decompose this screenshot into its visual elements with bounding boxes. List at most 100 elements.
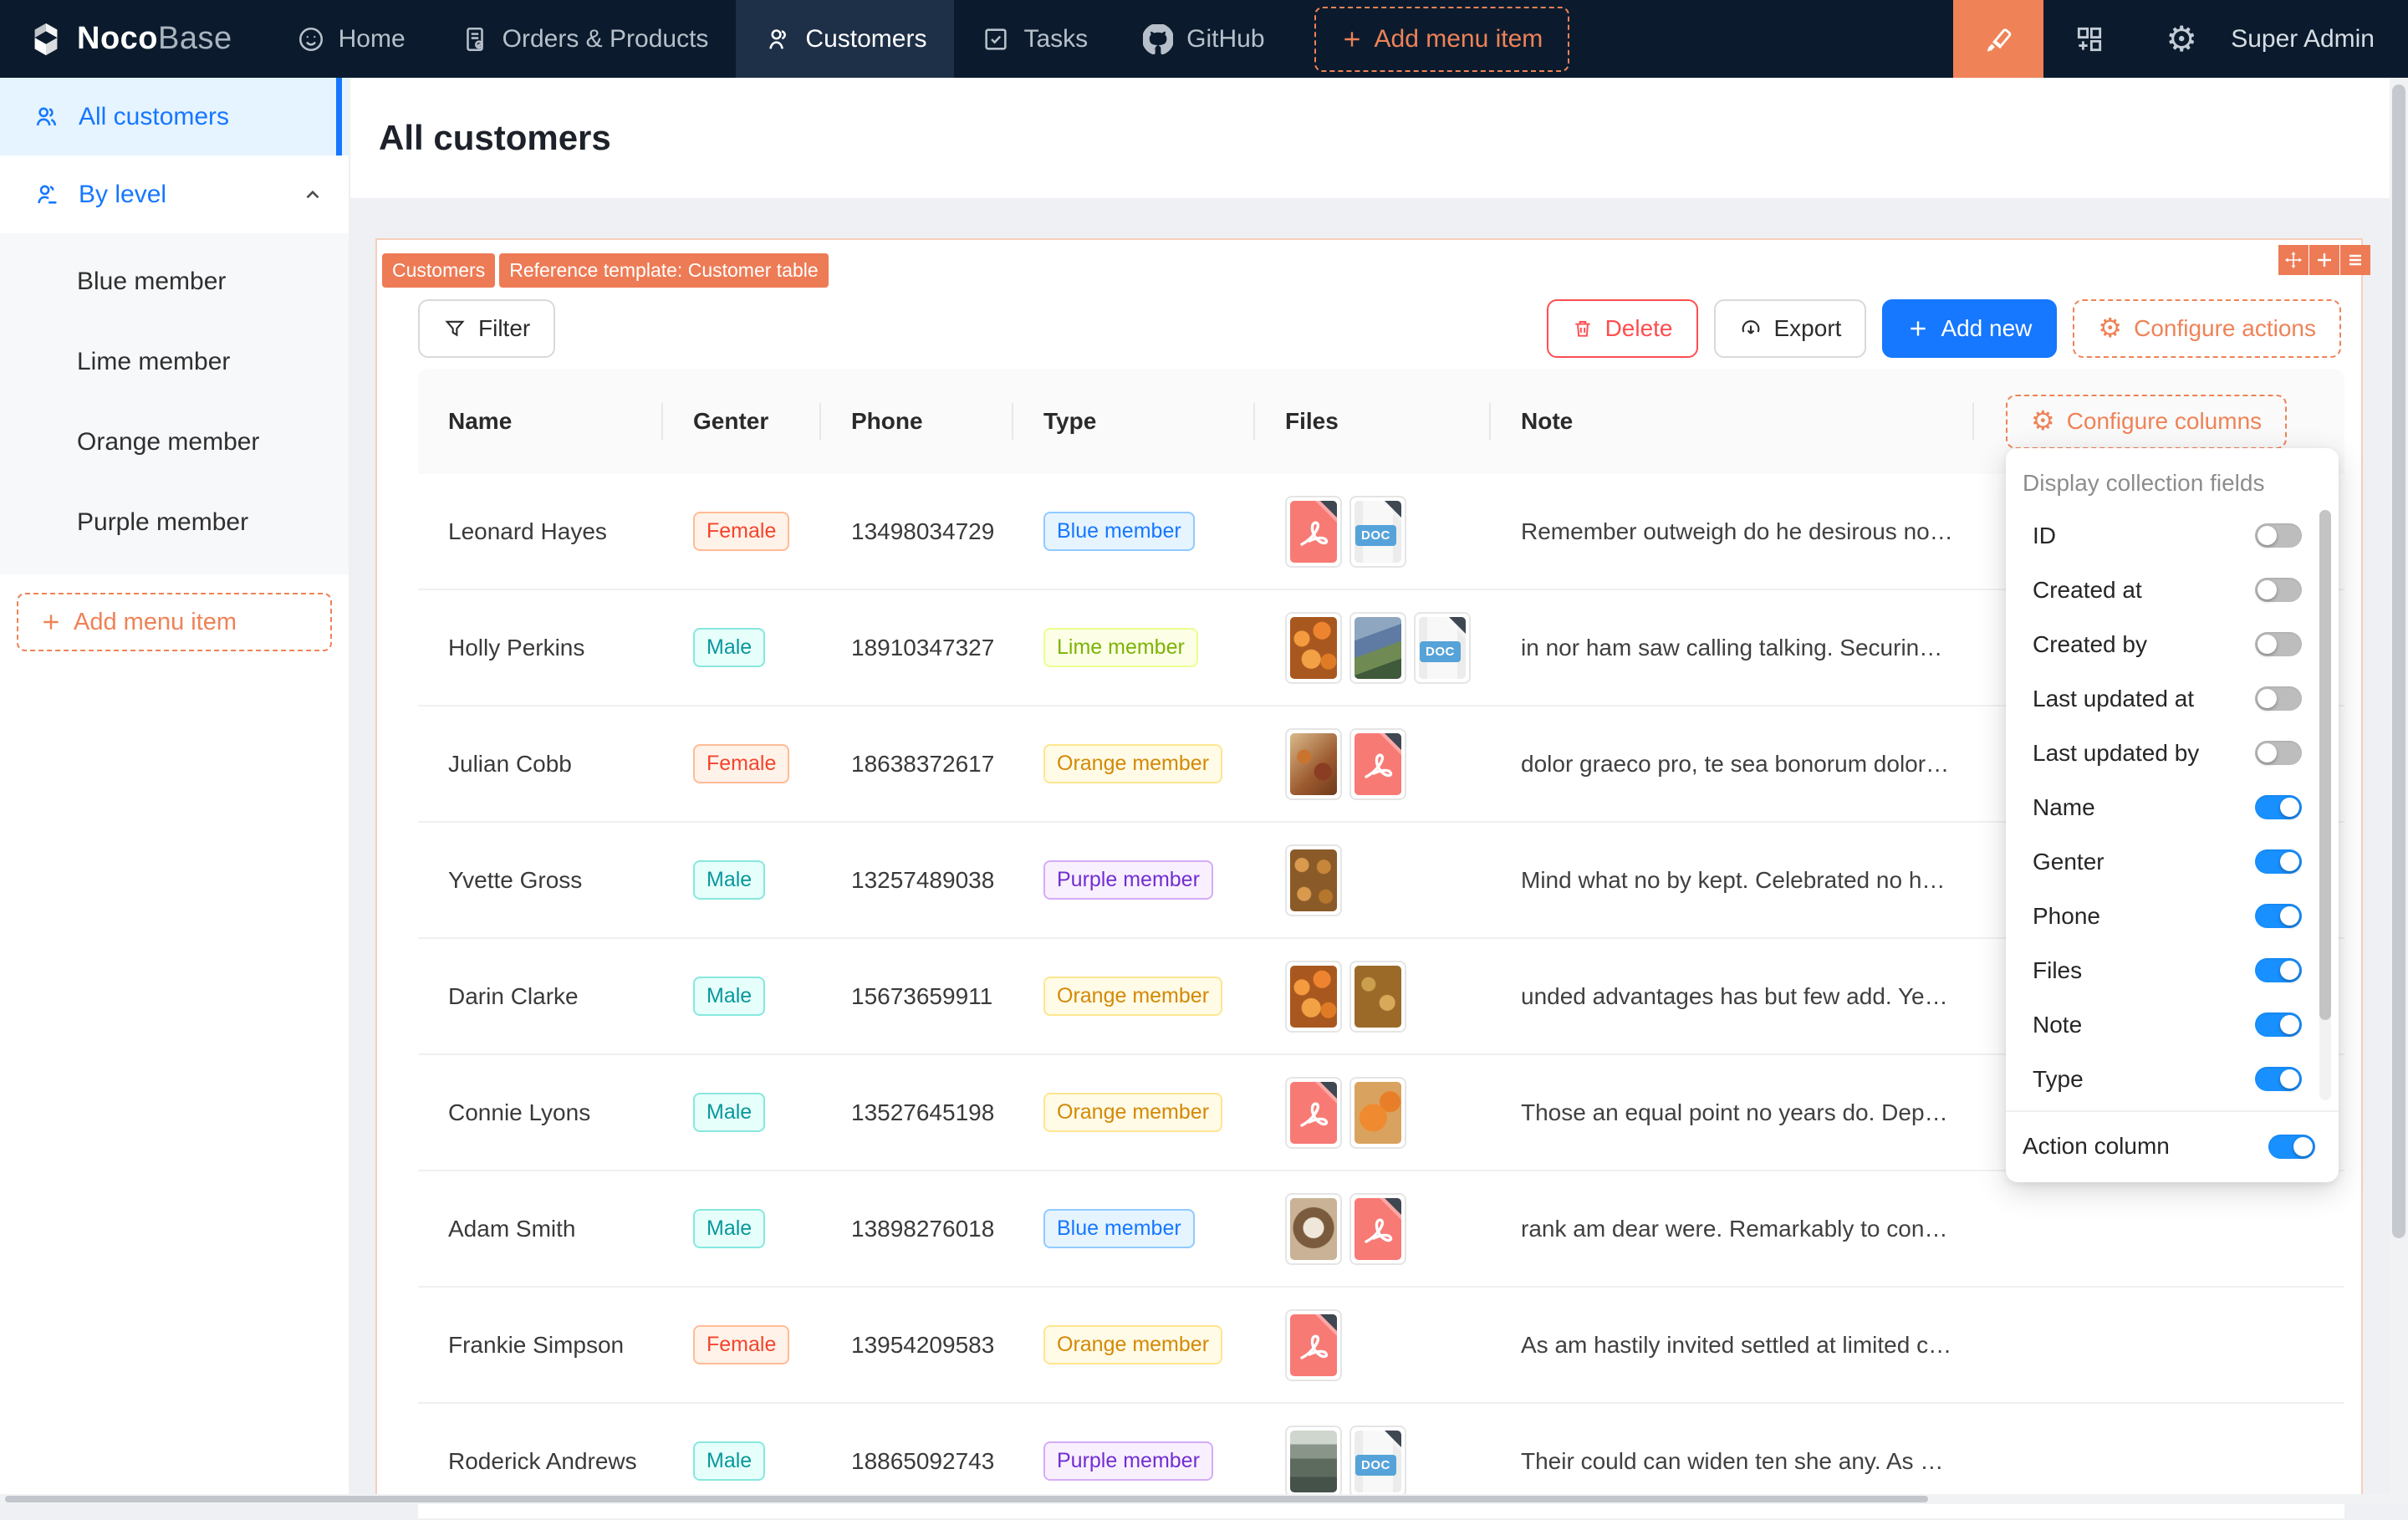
field-toggle[interactable] <box>2255 741 2302 765</box>
sidebar-item-lime-member[interactable]: Lime member <box>0 322 349 402</box>
settings-button[interactable] <box>2135 0 2227 78</box>
column-header-genter[interactable]: Genter <box>663 369 821 474</box>
column-header-name[interactable]: Name <box>418 369 663 474</box>
dropdown-field-item[interactable]: Files <box>2006 943 2339 997</box>
field-toggle[interactable] <box>2255 904 2302 928</box>
field-toggle[interactable] <box>2255 578 2302 602</box>
image-attachment-thumbnail[interactable] <box>1349 612 1406 684</box>
image-attachment-thumbnail[interactable] <box>1285 728 1342 800</box>
horizontal-scrollbar-thumb[interactable] <box>5 1496 1928 1502</box>
dropdown-field-item[interactable]: Name <box>2006 780 2339 834</box>
filter-icon <box>443 317 467 340</box>
cell-files <box>1255 728 1491 800</box>
dropdown-field-item[interactable]: Last updated at <box>2006 671 2339 726</box>
field-toggle[interactable] <box>2255 958 2302 982</box>
action-column-row[interactable]: Action column <box>2006 1110 2339 1181</box>
ui-editor-button[interactable] <box>1953 0 2043 78</box>
field-toggle[interactable] <box>2255 795 2302 819</box>
cell-files <box>1255 1193 1491 1265</box>
nav-item-orders-products[interactable]: Orders & Products <box>433 0 737 78</box>
nav-item-customers[interactable]: Customers <box>736 0 954 78</box>
pdf-file-icon[interactable] <box>1285 1309 1342 1381</box>
navbar-right: Super Admin <box>1953 0 2408 78</box>
nav-add-menu-item-button[interactable]: Add menu item <box>1314 7 1570 72</box>
filter-button[interactable]: Filter <box>418 299 555 358</box>
field-toggle[interactable] <box>2255 1067 2302 1091</box>
table-row[interactable]: Frankie Simpson Female 13954209583 Orang… <box>418 1288 2344 1404</box>
nav-item-github[interactable]: GitHub <box>1115 0 1292 78</box>
nav-item-tasks[interactable]: Tasks <box>954 0 1115 78</box>
add-block-icon[interactable] <box>2309 245 2339 275</box>
dropdown-field-item[interactable]: Phone <box>2006 889 2339 943</box>
table-row[interactable]: Adam Smith Male 13898276018 Blue member … <box>418 1171 2344 1288</box>
column-header-type[interactable]: Type <box>1013 369 1255 474</box>
dropdown-field-item[interactable]: Created by <box>2006 617 2339 671</box>
cell-name: Roderick Andrews <box>418 1448 663 1475</box>
cell-note: As am hastily invited settled at limited… <box>1491 1332 1974 1359</box>
vertical-scrollbar-thumb[interactable] <box>2392 84 2405 1238</box>
field-toggle[interactable] <box>2255 686 2302 711</box>
action-column-toggle[interactable] <box>2268 1135 2315 1159</box>
sidebar-item-orange-member[interactable]: Orange member <box>0 402 349 482</box>
plus-icon <box>1907 318 1929 339</box>
pdf-file-icon[interactable] <box>1285 496 1342 568</box>
sidebar-item-by-level[interactable]: By level <box>0 156 349 233</box>
sidebar-item-blue-member[interactable]: Blue member <box>0 242 349 322</box>
top-navbar: NocoBase Home Orders & Products Customer… <box>0 0 2408 78</box>
cell-name: Adam Smith <box>418 1216 663 1242</box>
download-icon <box>1739 317 1763 340</box>
image-attachment-thumbnail[interactable] <box>1349 961 1406 1033</box>
toolbar-actions: Delete Export Add new Configure actions <box>1547 299 2341 358</box>
pdf-file-icon[interactable] <box>1285 1077 1342 1149</box>
dropdown-field-item[interactable]: Created at <box>2006 563 2339 617</box>
column-header-note[interactable]: Note <box>1491 369 1974 474</box>
configure-columns-button[interactable]: Configure columns <box>2006 395 2287 449</box>
dropdown-field-item[interactable]: ID <box>2006 508 2339 563</box>
nav-item-label: Customers <box>805 25 926 54</box>
image-attachment-thumbnail[interactable] <box>1285 612 1342 684</box>
field-toggle[interactable] <box>2255 523 2302 548</box>
nav-item-home[interactable]: Home <box>269 0 433 78</box>
image-attachment-thumbnail[interactable] <box>1285 961 1342 1033</box>
sidebar-item-all-customers[interactable]: All customers <box>0 78 349 156</box>
export-button[interactable]: Export <box>1714 299 1867 358</box>
field-label: Last updated at <box>2033 686 2255 712</box>
dropdown-field-item[interactable]: Genter <box>2006 834 2339 889</box>
delete-label: Delete <box>1605 315 1673 342</box>
field-label: Files <box>2033 957 2255 984</box>
field-toggle[interactable] <box>2255 632 2302 656</box>
gear-icon <box>2031 407 2055 436</box>
cell-name: Julian Cobb <box>418 751 663 778</box>
doc-file-icon[interactable]: DOC <box>1349 496 1406 568</box>
sidebar-item-purple-member[interactable]: Purple member <box>0 482 349 563</box>
cell-note: Their could can widen ten she any. As so… <box>1491 1448 1974 1475</box>
drag-handle-icon[interactable] <box>2278 245 2309 275</box>
cell-genter: Female <box>663 744 821 783</box>
nocobase-logo[interactable]: NocoBase <box>0 20 269 59</box>
field-toggle[interactable] <box>2255 1012 2302 1037</box>
column-header-files[interactable]: Files <box>1255 369 1491 474</box>
doc-file-icon[interactable]: DOC <box>1349 1426 1406 1497</box>
plugin-manager-button[interactable] <box>2043 0 2135 78</box>
pdf-file-icon[interactable] <box>1349 728 1406 800</box>
dropdown-field-item[interactable]: Last updated by <box>2006 726 2339 780</box>
dropdown-field-item[interactable]: Note <box>2006 997 2339 1052</box>
image-attachment-thumbnail[interactable] <box>1285 844 1342 916</box>
cell-phone: 13498034729 <box>821 518 1013 545</box>
image-attachment-thumbnail[interactable] <box>1349 1077 1406 1149</box>
dropdown-field-item[interactable]: Type <box>2006 1052 2339 1106</box>
delete-button[interactable]: Delete <box>1547 299 1698 358</box>
image-attachment-thumbnail[interactable] <box>1285 1193 1342 1265</box>
dropdown-title: Display collection fields <box>2006 448 2339 508</box>
sidebar-add-menu-item-button[interactable]: Add menu item <box>17 593 332 651</box>
image-attachment-thumbnail[interactable] <box>1285 1426 1342 1497</box>
block-menu-icon[interactable] <box>2340 245 2370 275</box>
pdf-file-icon[interactable] <box>1349 1193 1406 1265</box>
configure-actions-button[interactable]: Configure actions <box>2073 299 2341 358</box>
dropdown-scrollbar-thumb[interactable] <box>2319 510 2331 1020</box>
field-toggle[interactable] <box>2255 849 2302 874</box>
column-header-phone[interactable]: Phone <box>821 369 1013 474</box>
doc-file-icon[interactable]: DOC <box>1414 612 1471 684</box>
add-new-button[interactable]: Add new <box>1882 299 2057 358</box>
user-menu[interactable]: Super Admin <box>2227 25 2408 54</box>
